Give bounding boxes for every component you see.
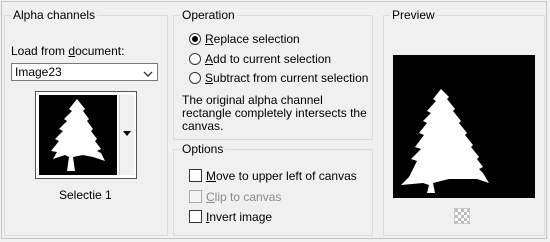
clip-to-canvas-checkbox[interactable] xyxy=(189,190,202,203)
move-to-upper-left-label[interactable]: Move to upper left of canvas xyxy=(206,169,357,183)
invert-image-label[interactable]: Invert image xyxy=(206,210,272,224)
add-to-selection-radio[interactable] xyxy=(189,53,201,65)
load-from-document-label: Load from document: xyxy=(11,44,125,58)
tree-thumbnail-image xyxy=(39,95,117,175)
options-title: Options xyxy=(180,142,226,156)
preview-image xyxy=(393,55,535,198)
triangle-down-icon xyxy=(123,131,131,136)
replace-selection-radio[interactable] xyxy=(189,33,201,45)
thumbnail-caption: Selectie 1 xyxy=(59,188,112,202)
thumbnail-dropdown-button[interactable] xyxy=(119,95,134,175)
add-to-selection-label[interactable]: Add to current selection xyxy=(205,52,331,66)
subtract-from-selection-label[interactable]: Subtract from current selection xyxy=(205,71,368,85)
document-select-value: Image23 xyxy=(15,65,62,79)
alpha-channels-title: Alpha channels xyxy=(11,8,98,22)
document-select[interactable]: Image23 xyxy=(11,63,158,81)
move-to-upper-left-checkbox[interactable] xyxy=(189,169,202,182)
alpha-channel-thumbnail[interactable] xyxy=(35,91,137,179)
operation-title: Operation xyxy=(180,8,237,22)
checkerboard-icon[interactable] xyxy=(453,207,471,225)
clip-to-canvas-label[interactable]: Clip to canvas xyxy=(206,190,281,204)
subtract-from-selection-radio[interactable] xyxy=(189,72,201,84)
invert-image-checkbox[interactable] xyxy=(189,210,202,223)
chevron-down-icon xyxy=(143,67,153,81)
preview-title: Preview xyxy=(390,8,437,22)
replace-selection-label[interactable]: Replace selection xyxy=(205,32,300,46)
operation-description: The original alpha channel rectangle com… xyxy=(182,93,367,133)
